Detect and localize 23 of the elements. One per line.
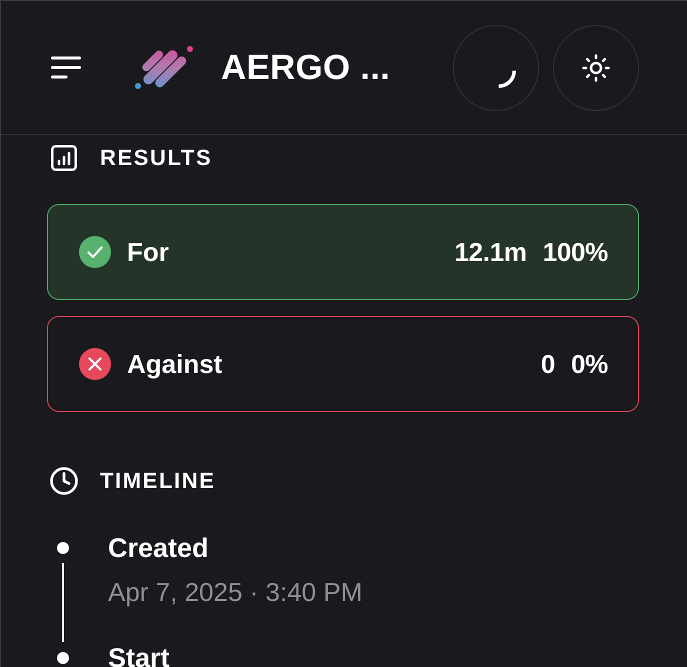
theme-toggle-button[interactable]: [553, 24, 639, 110]
timeline-dot-icon: [57, 542, 69, 554]
vote-percent: 0%: [571, 348, 608, 380]
check-circle-icon: [79, 236, 111, 268]
option-label: Against: [127, 348, 222, 380]
spinner-icon: [496, 68, 516, 88]
app-title: AERGO ...: [221, 48, 390, 88]
bar-chart-icon: [51, 145, 77, 171]
timeline-dot-icon: [57, 652, 69, 664]
x-circle-icon: [79, 348, 111, 380]
sun-icon: [581, 52, 611, 82]
vote-percent: 100%: [542, 236, 608, 268]
option-label: For: [127, 236, 169, 268]
clock-icon: [49, 466, 79, 496]
section-title: RESULTS: [100, 145, 212, 171]
menu-button[interactable]: [51, 56, 81, 79]
vote-count: 12.1m: [454, 236, 527, 268]
menu-icon: [51, 56, 81, 79]
event-time: Apr 7, 2025 · 3:40 PM: [108, 576, 362, 609]
vote-count: 0: [540, 348, 556, 380]
event-title: Start: [108, 642, 170, 667]
event-title: Created: [108, 532, 210, 565]
section-title: TIMELINE: [100, 468, 216, 494]
